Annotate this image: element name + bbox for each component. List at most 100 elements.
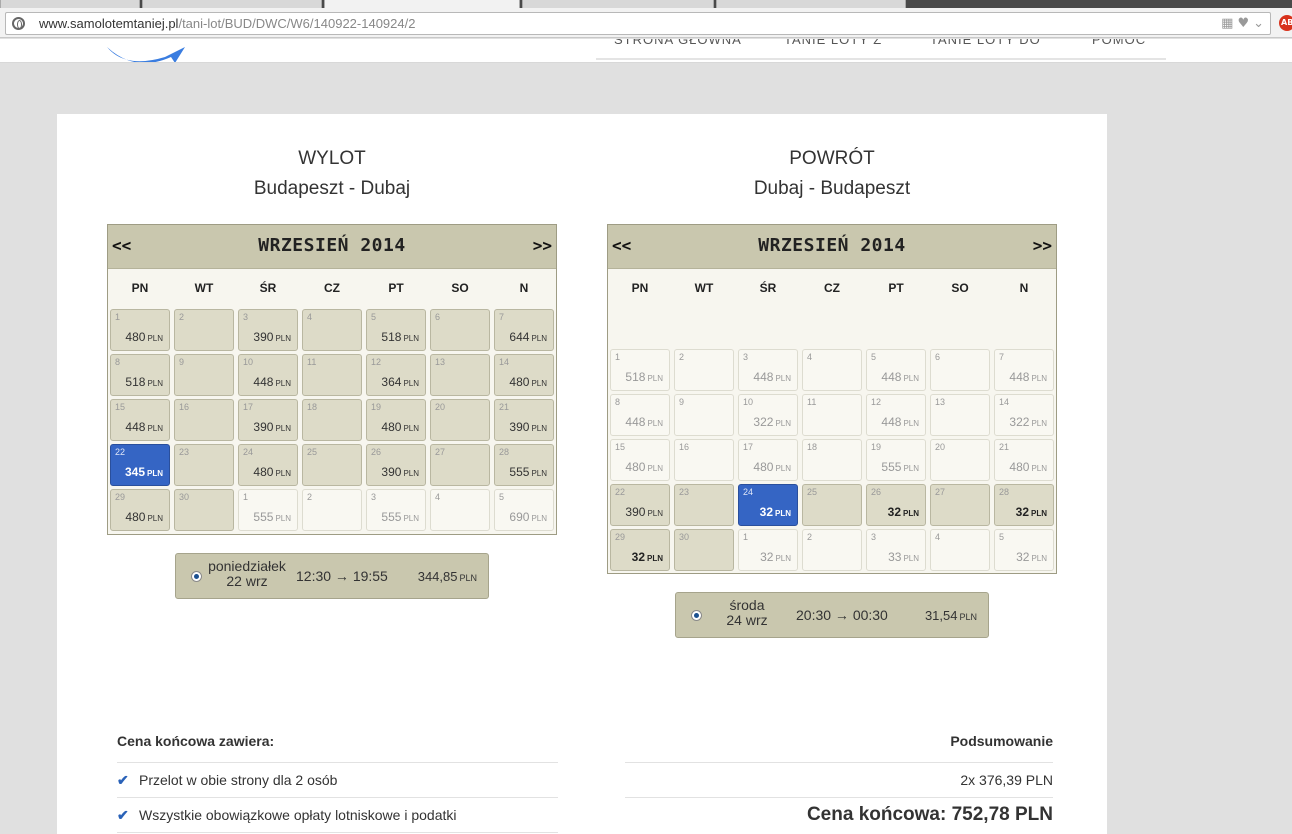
day-price: 448 PLN (1009, 370, 1047, 384)
calendar-day[interactable]: 28 555 PLN (494, 444, 554, 486)
calendar-day[interactable]: 1 32 PLN (738, 529, 798, 571)
day-number: 11 (807, 397, 817, 407)
day-number: 19 (371, 402, 382, 412)
calendar-day[interactable]: 21 480 PLN (994, 439, 1054, 481)
calendar-day[interactable]: 3 390 PLN (238, 309, 298, 351)
calendar-day[interactable]: 19 480 PLN (366, 399, 426, 441)
calendar-day[interactable]: 17 480 PLN (738, 439, 798, 481)
calendar-day[interactable]: 1 555 PLN (238, 489, 298, 531)
site-info-icon[interactable] (12, 17, 25, 30)
calendar-day[interactable]: 8 518 PLN (110, 354, 170, 396)
adblock-icon[interactable]: ABP (1279, 15, 1292, 31)
calendar-day[interactable]: 21 390 PLN (494, 399, 554, 441)
calendar-day[interactable]: 3 33 PLN (866, 529, 926, 571)
calendar-day[interactable]: 14 480 PLN (494, 354, 554, 396)
calendar-day[interactable]: 28 32 PLN (994, 484, 1054, 526)
url-text[interactable]: www.samolotemtaniej.pl/tani-lot/BUD/DWC/… (39, 16, 415, 31)
day-price: 518 PLN (381, 330, 419, 344)
browser-tab[interactable] (522, 0, 714, 8)
calendar-header: << WRZESIEŃ 2014 >> (108, 225, 556, 269)
calendar-day[interactable]: 3 448 PLN (738, 349, 798, 391)
day-price: 32 PLN (631, 550, 663, 564)
outbound-route: Budapeszt - Dubaj (253, 178, 411, 199)
calendar-day[interactable]: 7 644 PLN (494, 309, 554, 351)
browser-tab-active[interactable] (324, 0, 520, 8)
calendar-day[interactable]: 14 322 PLN (994, 394, 1054, 436)
return-flight-option[interactable]: środa 24 wrz 20:30 → 00:30 31,54 PLN (675, 592, 989, 638)
calendar-day[interactable]: 15 448 PLN (110, 399, 170, 441)
calendar-day[interactable]: 7 448 PLN (994, 349, 1054, 391)
calendar-day[interactable]: 8 448 PLN (610, 394, 670, 436)
calendar-day-selected[interactable]: 22 345 PLN (110, 444, 170, 486)
next-month-button[interactable]: >> (533, 236, 552, 255)
day-number: 29 (115, 492, 126, 502)
calendar-day[interactable]: 22 390 PLN (610, 484, 670, 526)
calendar-day[interactable]: 29 480 PLN (110, 489, 170, 531)
calendar-day[interactable]: 5 518 PLN (366, 309, 426, 351)
speed-dial-icon[interactable]: ▦ (1221, 16, 1233, 31)
calendar-day[interactable]: 15 480 PLN (610, 439, 670, 481)
day-price: 518 PLN (125, 375, 163, 389)
logo-icon[interactable] (105, 39, 195, 63)
calendar-day: 6 (430, 309, 490, 351)
day-price: 644 PLN (509, 330, 547, 344)
calendar-day: 9 (174, 354, 234, 396)
calendar-day[interactable]: 5 448 PLN (866, 349, 926, 391)
day-number: 4 (435, 492, 441, 502)
calendar-day[interactable]: 10 448 PLN (238, 354, 298, 396)
calendar-day[interactable]: 26 32 PLN (866, 484, 926, 526)
calendar-day-selected[interactable]: 24 32 PLN (738, 484, 798, 526)
calendar-day: 23 (674, 484, 734, 526)
summary-total: Cena końcowa: 752,78 PLN (806, 804, 1053, 825)
nav-flights-from[interactable]: TANIE LOTY Z (784, 39, 882, 47)
calendar-day[interactable]: 12 364 PLN (366, 354, 426, 396)
nav-help[interactable]: POMOC (1092, 39, 1146, 47)
price-includes: Cena końcowa zawiera: ✔ Przelot w obie st… (117, 727, 558, 833)
calendar-day: 4 (802, 349, 862, 391)
day-price: 480 PLN (125, 330, 163, 344)
day-number: 27 (935, 487, 946, 497)
summary-heading: Podsumowanie (625, 727, 1053, 763)
day-number: 4 (807, 352, 813, 362)
day-number: 10 (243, 357, 254, 367)
site-header: STRONA GŁÓWNA TANIE LOTY Z TANIE LOTY DO… (0, 39, 1292, 63)
calendar-day[interactable]: 12 448 PLN (866, 394, 926, 436)
day-number: 1 (743, 532, 749, 542)
calendar-day: 16 (674, 439, 734, 481)
browser-tab[interactable] (142, 0, 322, 8)
day-number: 21 (499, 402, 510, 412)
browser-tab[interactable] (0, 0, 140, 8)
calendar-day[interactable]: 1 480 PLN (110, 309, 170, 351)
calendar-day[interactable]: 29 32 PLN (610, 529, 670, 571)
calendar-day[interactable]: 5 32 PLN (994, 529, 1054, 571)
calendar-day: 2 (174, 309, 234, 351)
calendar-day[interactable]: 26 390 PLN (366, 444, 426, 486)
calendar-day[interactable]: 24 480 PLN (238, 444, 298, 486)
day-number: 15 (115, 402, 126, 412)
outbound-flight-option[interactable]: poniedziałek 22 wrz 12:30 → 19:55 344,85… (175, 553, 489, 599)
calendar-day[interactable]: 1 518 PLN (610, 349, 670, 391)
day-number: 17 (243, 402, 254, 412)
calendar-day[interactable]: 10 322 PLN (738, 394, 798, 436)
return-calendar: << WRZESIEŃ 2014 >> PN WT ŚR CZ PT SO N 1 518 PLN… (607, 224, 1057, 574)
chevron-down-icon[interactable]: ⌄ (1253, 16, 1264, 31)
url-field[interactable]: www.samolotemtaniej.pl/tani-lot/BUD/DWC/… (5, 12, 1271, 35)
calendar-day[interactable]: 5 690 PLN (494, 489, 554, 531)
weekday-label: ŚR (759, 281, 777, 295)
calendar-day[interactable]: 19 555 PLN (866, 439, 926, 481)
day-number: 20 (935, 442, 946, 452)
flight-radio[interactable] (191, 571, 202, 582)
calendar-day: 4 (302, 309, 362, 351)
day-price: 480 PLN (381, 420, 419, 434)
browser-tab[interactable] (716, 0, 906, 8)
next-month-button[interactable]: >> (1033, 236, 1052, 255)
address-bar: www.samolotemtaniej.pl/tani-lot/BUD/DWC/… (0, 8, 1292, 38)
nav-flights-to[interactable]: TANIE LOTY DO (930, 39, 1041, 47)
calendar-day[interactable]: 3 555 PLN (366, 489, 426, 531)
flight-radio[interactable] (691, 610, 702, 621)
calendar-month: WRZESIEŃ 2014 (258, 235, 406, 256)
calendar-day[interactable]: 17 390 PLN (238, 399, 298, 441)
day-number: 25 (307, 447, 318, 457)
nav-home[interactable]: STRONA GŁÓWNA (614, 39, 742, 47)
heart-icon[interactable]: ♥ (1237, 16, 1249, 31)
